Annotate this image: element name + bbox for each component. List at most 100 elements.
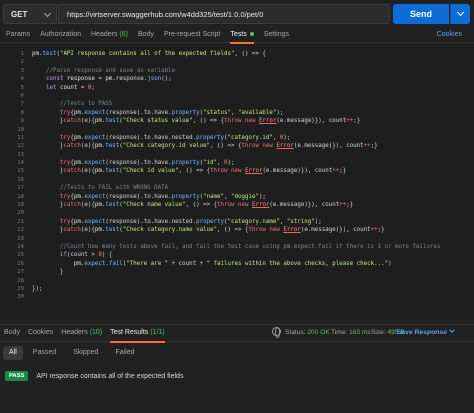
code-content[interactable]: pm.test("API response contains all of th… [32, 50, 474, 302]
tab-label: Headers [61, 329, 88, 336]
tab-headers[interactable]: Headers (6) [85, 28, 132, 43]
tab-label: Pre-request Script [163, 30, 221, 38]
globe-icon[interactable] [272, 327, 281, 338]
line-number: 20 [17, 210, 24, 217]
tab-badge: (6) [119, 30, 128, 38]
line-number-gutter: 1 2 3 4 5 6 7 8 9 10 11 12 13 14 15 16 17 18 19 20 21 22 23 24 2… [0, 50, 24, 302]
line-number: 3 [20, 67, 24, 74]
tab-tests[interactable]: Tests [224, 28, 257, 44]
line-number: 18 [17, 193, 24, 200]
line-number: 22 [17, 227, 24, 234]
chevron-down-icon [456, 8, 465, 17]
tab-label: Body [137, 30, 154, 38]
status-readout: Status: 200 OK [285, 324, 330, 342]
line-number: 26 [17, 260, 24, 267]
tab-badge: (1/1) [150, 329, 165, 336]
code-line: }catch(e){pm.test("Check category.id val… [32, 143, 378, 150]
line-number: 13 [17, 151, 24, 158]
response-tab-body[interactable]: Body [0, 324, 24, 342]
code-line: //Count how many tests above fail, and f… [59, 243, 441, 250]
tab-body[interactable]: Body [132, 28, 158, 43]
line-number: 19 [17, 202, 24, 209]
status-value: 200 OK [307, 329, 330, 336]
chevron-down-icon [43, 9, 52, 18]
result-filters: All Passed Skipped Failed [0, 344, 474, 362]
method-select[interactable]: GET [3, 4, 57, 24]
code-line: }); [32, 285, 43, 292]
line-number: 27 [17, 269, 24, 276]
code-line: }catch(e){pm.test("Check status value", … [32, 118, 361, 125]
request-bar: GET https://virtserver.swaggerhub.com/w4… [0, 0, 474, 28]
code-line: }catch(e){pm.test("Check category.name v… [32, 227, 385, 234]
test-result-name: API response contains all of the expecte… [36, 372, 184, 380]
filter-passed[interactable]: Passed [26, 346, 63, 360]
line-number: 1 [20, 51, 24, 57]
filter-failed[interactable]: Failed [108, 346, 141, 360]
line-number: 21 [17, 218, 24, 225]
code-line: }catch(e){pm.test("Check id value", () =… [32, 168, 347, 175]
tab-label: Authorization [40, 30, 81, 38]
code-line: let count = 0; [45, 84, 95, 91]
test-result-row: PASS API response contains all of the ex… [0, 368, 474, 384]
save-response-label: Save Response [396, 329, 447, 336]
response-tab-test-results[interactable]: Test Results (1/1) [106, 324, 168, 343]
code-line: try{pm.expect(response).to.have.nested.p… [59, 218, 322, 225]
line-number: 24 [17, 243, 24, 250]
line-number: 25 [17, 252, 24, 259]
tab-label: Cookies [27, 329, 54, 336]
tab-label: Tests [230, 30, 247, 38]
time-readout: Time: 163 ms [331, 324, 371, 342]
size-label: Size: [371, 329, 386, 336]
time-label: Time: [331, 329, 348, 336]
tab-settings[interactable]: Settings [258, 28, 293, 43]
line-number: 11 [17, 134, 24, 141]
line-number: 4 [20, 76, 24, 83]
line-number: 6 [20, 92, 24, 99]
tab-params[interactable]: Params [0, 28, 34, 43]
response-tab-headers[interactable]: Headers (10) [57, 324, 106, 342]
tab-label: Headers [90, 30, 118, 38]
chevron-down-icon [449, 327, 455, 333]
code-line: if(count > 0) { [59, 252, 113, 259]
status-dot-icon [249, 31, 254, 36]
line-number: 15 [17, 168, 24, 175]
filter-skipped[interactable]: Skipped [66, 346, 105, 360]
tab-authorization[interactable]: Authorization [34, 28, 85, 43]
tab-badge: (10) [89, 329, 103, 336]
send-options-button[interactable] [450, 4, 470, 24]
cookies-link[interactable]: Cookies [437, 28, 462, 43]
line-number: 29 [17, 285, 24, 292]
line-number: 9 [20, 118, 24, 125]
save-response-button[interactable]: Save Response [396, 324, 455, 342]
request-tabs: Params Authorization Headers (6) Body Pr… [0, 28, 474, 44]
code-line: pm.test("API response contains all of th… [32, 51, 266, 57]
code-line: //Tests to FAIL with WRONG DATA [59, 185, 169, 192]
code-line: try{pm.expect(response).to.have.nested.p… [59, 134, 291, 141]
line-number: 8 [20, 109, 24, 116]
status-label: Status: [285, 329, 306, 336]
line-number: 10 [17, 126, 24, 133]
code-line: //Parse response and save as variable [45, 67, 176, 74]
tab-pre-request-script[interactable]: Pre-request Script [158, 28, 224, 43]
response-tab-cookies[interactable]: Cookies [24, 324, 57, 342]
code-editor[interactable]: 1 2 3 4 5 6 7 8 9 10 11 12 13 14 15 16 17 18 19 20 21 22 23 24 2… [0, 44, 474, 320]
time-value: 163 ms [349, 329, 371, 336]
line-number: 28 [17, 277, 24, 284]
url-input[interactable]: https://virtserver.swaggerhub.com/w4dd32… [58, 4, 390, 24]
line-number: 30 [17, 294, 24, 301]
send-button[interactable]: Send [393, 4, 449, 24]
line-number: 16 [17, 176, 24, 183]
code-line: }catch(e){pm.test("Check name value", ()… [32, 202, 354, 209]
tab-label: Params [6, 30, 31, 38]
code-line: try{pm.expect(response).to.have.property… [59, 109, 284, 116]
filter-all[interactable]: All [3, 346, 23, 360]
method-label: GET [11, 9, 28, 19]
code-line: //Tests to PASS [59, 101, 113, 108]
